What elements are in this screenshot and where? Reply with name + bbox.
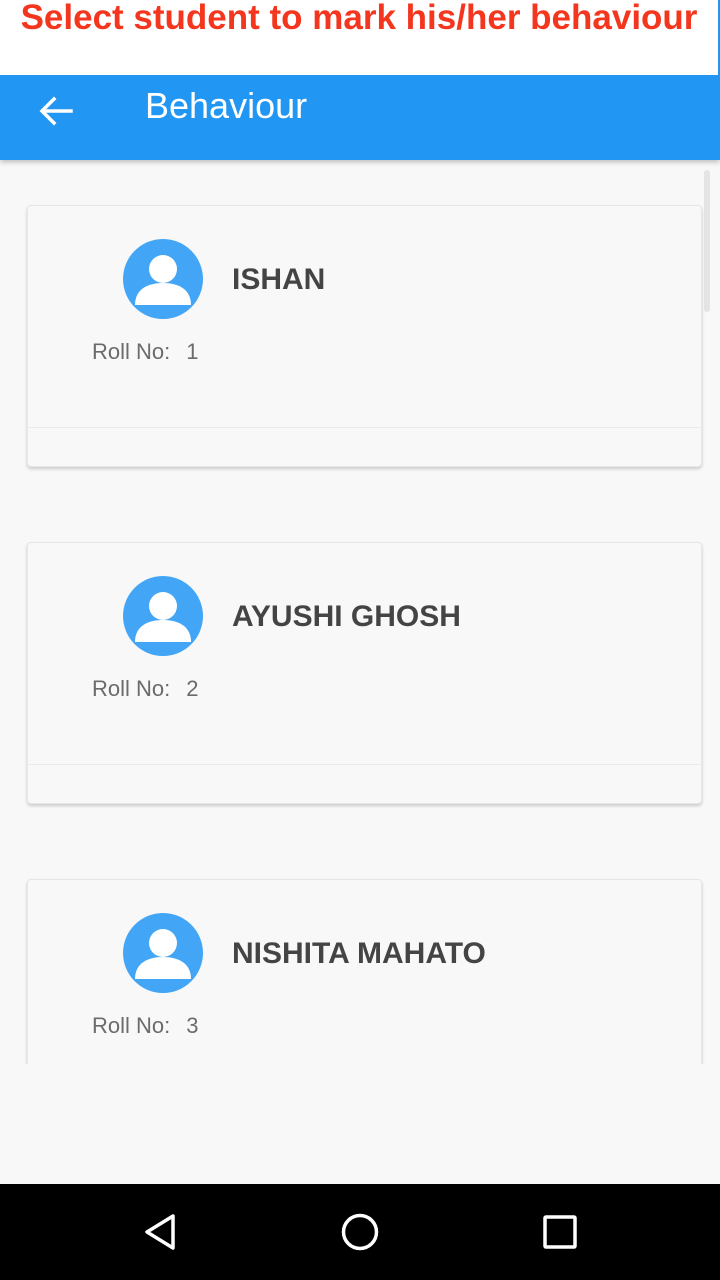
back-button[interactable] [24, 81, 88, 141]
instruction-banner: Select student to mark his/her behaviour [0, 0, 720, 75]
student-name: ISHAN [232, 263, 326, 296]
student-name: NISHITA MAHATO [232, 937, 486, 970]
roll-value: 1 [186, 339, 199, 364]
card-divider [28, 764, 701, 765]
card-divider [28, 427, 701, 428]
roll-value: 2 [186, 676, 199, 701]
roll-label: Roll No: [92, 1013, 171, 1038]
scrollbar[interactable] [704, 170, 710, 312]
student-card[interactable]: NISHITA MAHATO Roll No: 3 [27, 879, 702, 1064]
roll-number-row: Roll No: 2 [92, 675, 199, 703]
triangle-back-icon [145, 1214, 175, 1250]
student-card[interactable]: ISHAN Roll No: 1 [27, 205, 702, 467]
roll-number-row: Roll No: 1 [92, 338, 199, 366]
nav-recents-button[interactable] [530, 1204, 590, 1260]
roll-value: 3 [186, 1013, 199, 1038]
square-recents-icon [543, 1215, 577, 1249]
avatar-person-icon [123, 576, 203, 656]
student-name: AYUSHI GHOSH [232, 600, 461, 633]
student-list[interactable]: ISHAN Roll No: 1 AYUSHI GHOSH Roll No: 2 N… [0, 160, 720, 1064]
nav-home-button[interactable] [330, 1204, 390, 1260]
system-navigation-bar [0, 1184, 720, 1280]
student-card[interactable]: AYUSHI GHOSH Roll No: 2 [27, 542, 702, 804]
roll-number-row: Roll No: 3 [92, 1012, 199, 1040]
page-title: Behaviour [145, 85, 308, 126]
avatar-person-icon [123, 913, 203, 993]
roll-label: Roll No: [92, 339, 171, 364]
nav-back-button[interactable] [130, 1204, 190, 1260]
avatar-person-icon [123, 239, 203, 319]
instruction-text: Select student to mark his/her behaviour [20, 0, 698, 37]
roll-label: Roll No: [92, 676, 171, 701]
app-bar: Behaviour [0, 75, 720, 160]
circle-home-icon [341, 1213, 379, 1251]
arrow-left-icon [39, 96, 73, 126]
